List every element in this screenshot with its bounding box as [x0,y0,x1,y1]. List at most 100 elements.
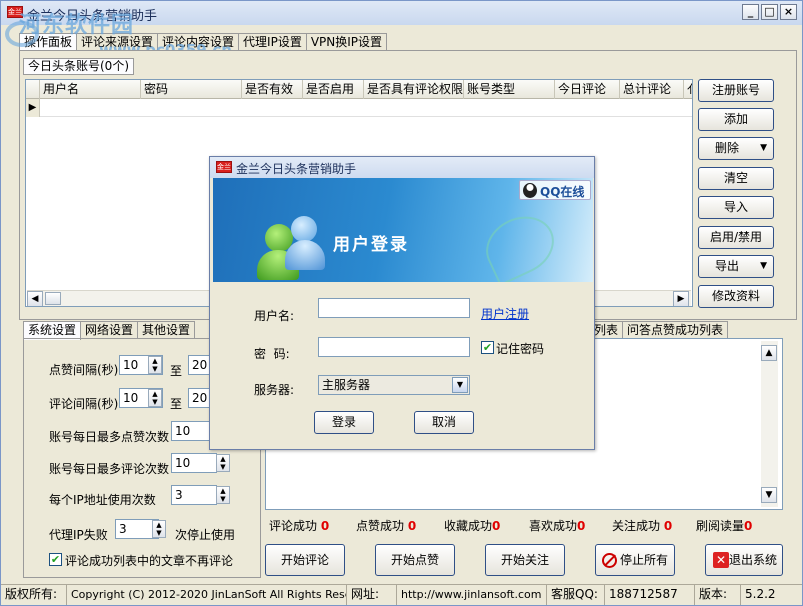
import-button[interactable]: 导入 [698,196,774,219]
scroll-thumb[interactable] [45,292,61,305]
main-window: 金兰 金兰今日头条营销助手 _ □ × 操作面板 评论来源设置 评论内容设置 代… [0,0,803,606]
app-logo-icon: 金兰 [216,161,232,173]
col-comment-permission[interactable]: 是否具有评论权限 [364,80,464,99]
tab-network-settings[interactable]: 网络设置 [80,321,139,339]
register-account-button[interactable]: 注册账号 [698,79,774,102]
register-link[interactable]: 用户注册 [481,305,529,322]
add-button[interactable]: 添加 [698,108,774,131]
col-valid[interactable]: 是否有效 [242,80,303,99]
table-row[interactable]: ▶ [26,99,692,117]
export-label: 导出 [714,259,739,273]
cancel-button[interactable]: 取消 [414,411,474,434]
remember-password-checkbox[interactable]: ✔ [481,341,494,354]
clear-button[interactable]: 清空 [698,167,774,190]
like-interval-to-input[interactable]: 20 [188,355,210,375]
decorative-leaf [476,205,564,282]
site-label: 网址: [347,585,397,605]
qq-number: 188712587 [605,585,695,605]
stat-label: 关注成功 [612,519,661,533]
user-blue-icon [291,216,317,242]
scroll-right-icon[interactable]: ▶ [673,291,689,306]
stat-value: 0 [663,519,673,533]
col-password[interactable]: 密码 [141,80,242,99]
stat-label: 收藏成功 [444,519,493,533]
table-header: 用户名 密码 是否有效 是否启用 是否具有评论权限 账号类型 今日评论 总计评论… [26,80,692,99]
close-button[interactable]: × [780,4,797,20]
stat-like-success: 点赞成功 0 [356,517,416,534]
daily-likes-label: 账号每日最多点赞次数 [49,430,170,444]
spin-updown-icon[interactable]: ▲ ▼ [216,486,230,504]
login-button[interactable]: 登录 [314,411,374,434]
spin-updown-icon[interactable]: ▲ ▼ [148,356,162,374]
vertical-scrollbar[interactable]: ▲ ▼ [761,341,778,507]
comment-interval-to-input[interactable]: 20 [188,388,210,408]
copyright-label: 版权所有: [1,585,67,605]
tab-qa-like-success-list[interactable]: 问答点赞成功列表 [622,321,729,339]
to-label: 至 [170,364,183,378]
minimize-button[interactable]: _ [742,4,759,20]
stat-label: 评论成功 [269,519,318,533]
tab-proxy-ip[interactable]: 代理IP设置 [238,33,307,51]
stat-value: 0 [407,519,417,533]
exit-button[interactable]: ✕ 退出系统 [705,544,783,576]
spin-updown-icon[interactable]: ▲ ▼ [152,520,166,538]
dialog-title-bar[interactable]: 金兰 金兰今日头条营销助手 [210,157,594,178]
username-input[interactable] [318,298,470,318]
remember-password-label: 记住密码 [496,342,545,356]
login-banner: 用户登录 QQ在线 [213,178,593,282]
stat-favorite-success: 收藏成功0 [444,517,500,534]
col-account-type[interactable]: 账号类型 [464,80,555,99]
start-like-button[interactable]: 开始点赞 [375,544,455,576]
scroll-down-icon[interactable]: ▼ [761,487,777,503]
qq-online-button[interactable]: QQ在线 [519,180,591,200]
tab-other-settings[interactable]: 其他设置 [137,321,196,339]
delete-button[interactable]: 删除 ▼ [698,137,774,160]
daily-comments-label: 账号每日最多评论次数 [49,462,170,476]
scroll-up-icon[interactable]: ▲ [761,345,777,361]
export-button[interactable]: 导出 ▼ [698,255,774,278]
chevron-down-icon[interactable]: ▼ [452,377,468,393]
exit-label: 退出系统 [728,553,777,567]
daily-likes-input[interactable]: 10 [171,421,211,441]
col-total-comments[interactable]: 总计评论 [620,80,684,99]
spin-updown-icon[interactable]: ▲ ▼ [148,389,162,407]
no-repeat-label: 评论成功列表中的文章不再评论 [65,554,234,568]
stat-value: 0 [492,519,501,533]
user-blue-body [285,240,325,270]
server-select[interactable]: 主服务器 ▼ [318,375,470,395]
col-today-comments[interactable]: 今日评论 [555,80,620,99]
stat-label: 点赞成功 [356,519,405,533]
maximize-button[interactable]: □ [761,4,778,20]
edit-profile-button[interactable]: 修改资料 [698,285,774,308]
col-username[interactable]: 用户名 [40,80,141,99]
stop-icon [602,553,617,568]
qq-label: 客服QQ: [547,585,605,605]
spin-updown-icon[interactable]: ▲ ▼ [216,454,230,472]
banner-title: 用户登录 [333,235,409,255]
like-interval-label: 点赞间隔(秒) [49,363,119,377]
col-enabled[interactable]: 是否启用 [303,80,364,99]
stat-value: 0 [320,519,330,533]
delete-label: 删除 [714,141,739,155]
start-comment-button[interactable]: 开始评论 [265,544,345,576]
watermark-text: 河东软件园 [19,13,135,38]
enable-disable-button[interactable]: 启用/禁用 [698,226,774,249]
stop-all-button[interactable]: 停止所有 [595,544,675,576]
site-url[interactable]: http://www.jinlansoft.com [397,585,547,605]
copyright-text: Copyright (C) 2012-2020 JinLanSoft All R… [67,585,347,605]
tab-vpn-ip[interactable]: VPN换IP设置 [305,33,388,51]
scroll-left-icon[interactable]: ◀ [27,291,43,306]
start-follow-button[interactable]: 开始关注 [485,544,565,576]
ip-use-input[interactable]: 3 [171,485,217,505]
stop-all-label: 停止所有 [619,553,668,567]
to-label: 至 [170,397,183,411]
daily-comments-input[interactable]: 10 [171,453,217,473]
password-label: 密 码: [254,347,290,361]
col-truncated[interactable]: 亻 [684,80,692,99]
status-bar: 版权所有: Copyright (C) 2012-2020 JinLanSoft… [1,584,802,605]
server-value: 主服务器 [322,378,371,392]
no-repeat-checkbox[interactable]: ✔ [49,553,62,566]
password-input[interactable] [318,337,470,357]
qq-online-label: QQ在线 [540,185,585,199]
version-number: 5.2.2 [745,587,776,601]
